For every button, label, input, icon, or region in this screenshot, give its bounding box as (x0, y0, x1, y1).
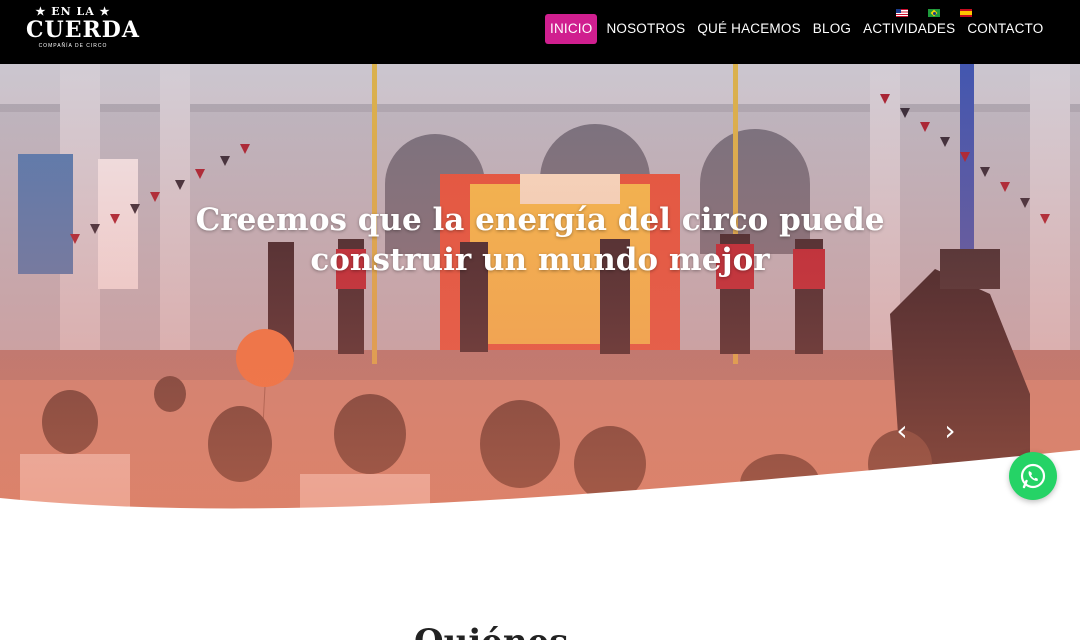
nav-item-que-hacemos[interactable]: QUÉ HACEMOS (691, 14, 806, 44)
chevron-right-icon[interactable]: › (937, 416, 963, 446)
site-logo[interactable]: ★ EN LA ★ CUERDA COMPAÑÍA DE CIRCO (26, 6, 140, 54)
logo-sub-text: COMPAÑÍA DE CIRCO (38, 43, 108, 49)
nav-item-actividades[interactable]: ACTIVIDADES (857, 14, 961, 44)
whatsapp-button[interactable] (1009, 452, 1057, 500)
nav-item-nosotros[interactable]: NOSOTROS (600, 14, 691, 44)
nav-item-blog[interactable]: BLOG (807, 14, 857, 44)
hero-title: Creemos que la energía del circo puede c… (195, 202, 885, 278)
section-heading: Quiénes (414, 622, 568, 640)
logo-main-text: CUERDA (26, 17, 140, 43)
hero-bottom-wave (0, 450, 1080, 520)
site-header: ★ EN LA ★ CUERDA COMPAÑÍA DE CIRCO INICI… (0, 0, 1080, 64)
flag-br-icon[interactable] (928, 9, 940, 17)
flag-us-icon[interactable] (896, 9, 908, 17)
nav-item-contacto[interactable]: CONTACTO (961, 14, 1049, 44)
chevron-left-icon[interactable]: ‹ (889, 416, 915, 446)
flag-es-icon[interactable] (960, 9, 972, 17)
main-nav: INICIO NOSOTROS QUÉ HACEMOS BLOG ACTIVID… (545, 14, 1049, 44)
whatsapp-icon (1020, 463, 1046, 489)
nav-item-inicio[interactable]: INICIO (545, 14, 598, 44)
hero-slider: Creemos que la energía del circo puede c… (0, 64, 1080, 520)
language-switcher (896, 9, 972, 17)
